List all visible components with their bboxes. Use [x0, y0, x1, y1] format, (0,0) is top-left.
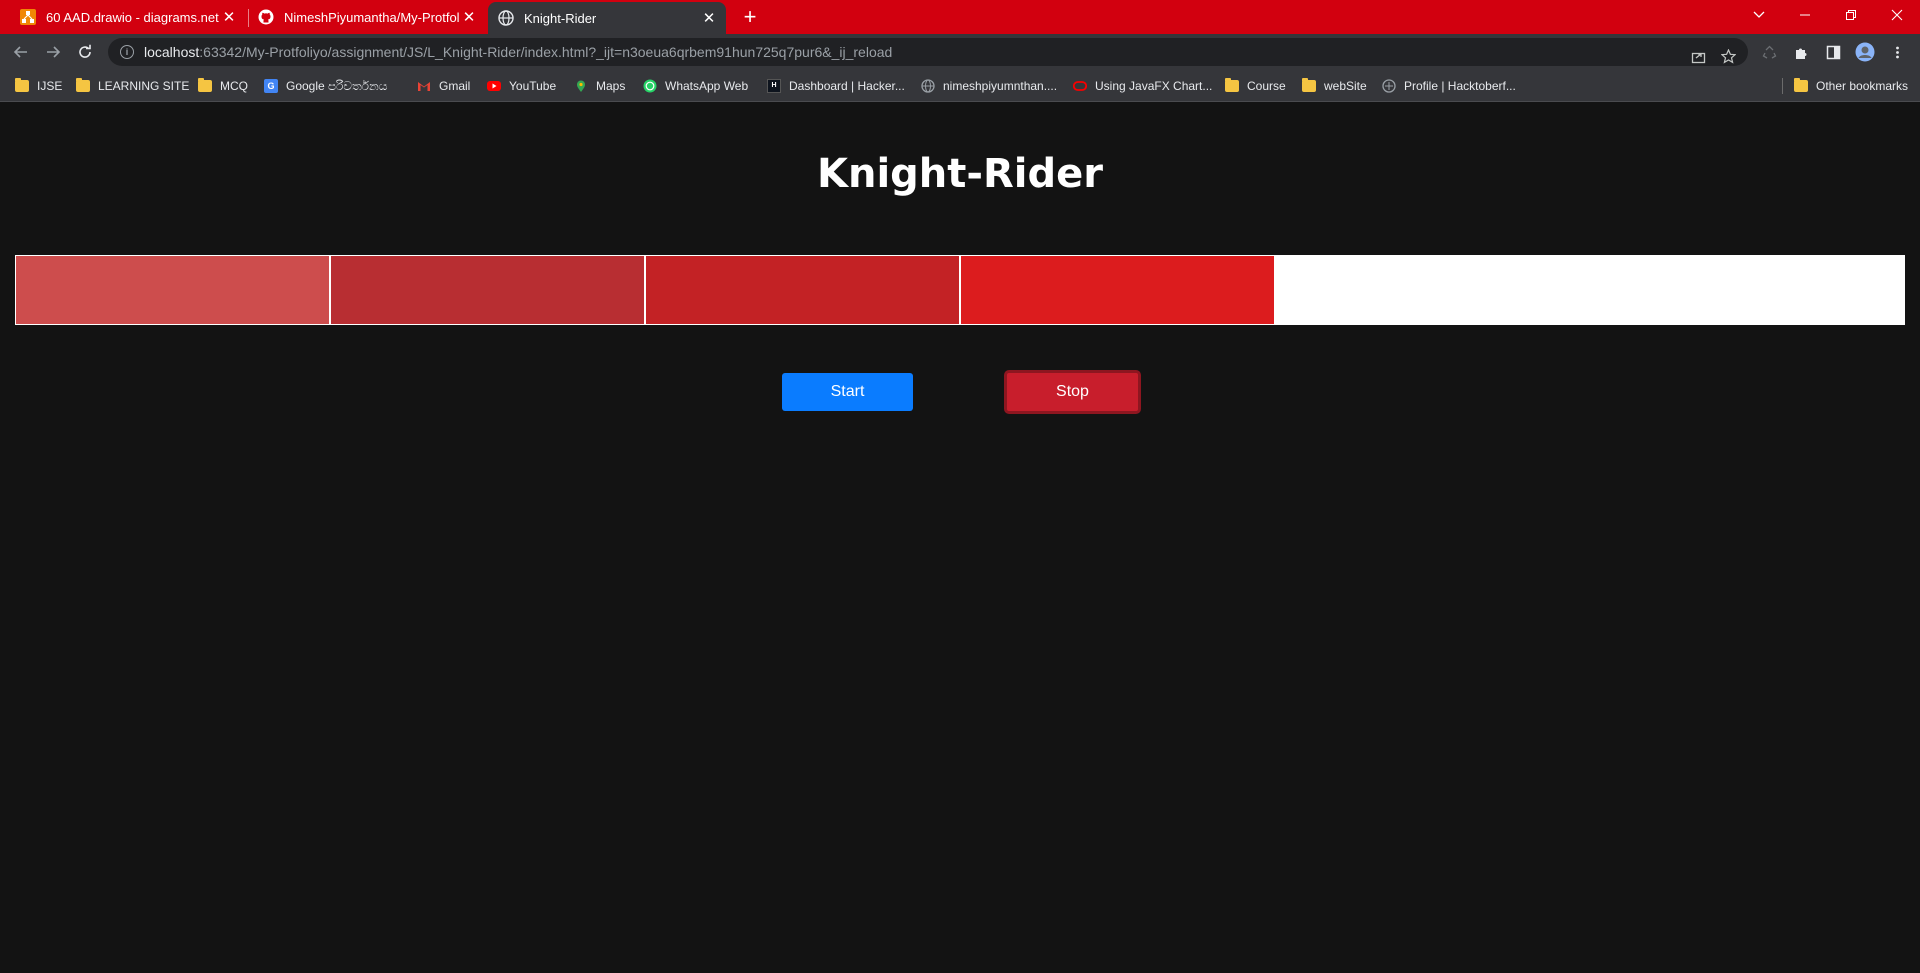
- bookmark-label: Using JavaFX Chart...: [1095, 79, 1213, 93]
- bookmark-maps[interactable]: Maps: [574, 70, 625, 102]
- github-icon: [258, 9, 274, 25]
- whatsapp-icon: [643, 79, 657, 93]
- bookmark-youtube[interactable]: YouTube: [487, 70, 556, 102]
- url-host: localhost: [144, 44, 200, 60]
- recycle-icon[interactable]: [1756, 39, 1782, 65]
- bookmark-mcq[interactable]: MCQ: [198, 70, 248, 102]
- bookmark-website[interactable]: webSite: [1302, 70, 1367, 102]
- knight-rider-lights: [15, 255, 1905, 325]
- light-3: [645, 255, 960, 325]
- browser-toolbar: i localhost:63342/My-Protfoliyo/assignme…: [0, 34, 1920, 70]
- folder-icon: [198, 78, 212, 92]
- light-2: [330, 255, 645, 325]
- other-bookmarks[interactable]: Other bookmarks: [1794, 70, 1908, 102]
- stop-button[interactable]: Stop: [1004, 370, 1141, 414]
- bookmark-hackerrank[interactable]: H Dashboard | Hacker...: [767, 70, 905, 102]
- gmail-icon: [417, 79, 431, 93]
- folder-icon: [1302, 78, 1316, 92]
- bookmark-label: Profile | Hacktoberf...: [1404, 79, 1516, 93]
- restore-button[interactable]: [1828, 0, 1874, 30]
- bookmark-learning-site[interactable]: LEARNING SITE: [76, 70, 189, 102]
- bookmark-star-icon[interactable]: [1715, 43, 1741, 69]
- bookmark-javafx[interactable]: Using JavaFX Chart...: [1072, 70, 1213, 102]
- tab-search-icon[interactable]: [1736, 0, 1782, 30]
- bookmark-label: Google පරිවර්තනය: [286, 78, 388, 93]
- close-icon[interactable]: ✕: [700, 9, 718, 27]
- maps-icon: [574, 79, 588, 93]
- folder-icon: [15, 78, 29, 92]
- bookmark-ijse[interactable]: IJSE: [15, 70, 62, 102]
- bookmark-label: LEARNING SITE: [98, 79, 190, 93]
- tab-github[interactable]: NimeshPiyumantha/My-Protfoliyo ✕: [250, 0, 486, 34]
- folder-icon: [76, 78, 90, 92]
- minimize-button[interactable]: [1782, 0, 1828, 30]
- oracle-icon: [1072, 79, 1088, 93]
- tab-title: NimeshPiyumantha/My-Protfoliyo: [284, 9, 460, 25]
- folder-icon: [1794, 78, 1808, 92]
- bookmark-hacktoberfest[interactable]: Profile | Hacktoberf...: [1382, 70, 1516, 102]
- bookmark-label: MCQ: [220, 79, 248, 93]
- close-icon[interactable]: ✕: [460, 8, 478, 26]
- avatar[interactable]: [1852, 39, 1878, 65]
- side-panel-icon[interactable]: [1820, 39, 1846, 65]
- tab-divider: [248, 9, 249, 27]
- bookmark-label: WhatsApp Web: [665, 79, 749, 93]
- info-icon[interactable]: i: [120, 45, 134, 59]
- light-4: [960, 255, 1275, 325]
- light-1: [15, 255, 330, 325]
- globe-icon: [921, 79, 935, 93]
- bookmark-label: Other bookmarks: [1816, 79, 1909, 93]
- extensions-icon[interactable]: [1788, 39, 1814, 65]
- bookmark-whatsapp[interactable]: WhatsApp Web: [643, 70, 748, 102]
- back-button[interactable]: [8, 39, 34, 65]
- page-content: Knight-Rider Start Stop: [0, 103, 1920, 973]
- bookmark-course[interactable]: Course: [1225, 70, 1286, 102]
- google-translate-icon: G: [264, 79, 278, 93]
- bookmarks-divider: [1782, 78, 1783, 94]
- address-bar[interactable]: i localhost:63342/My-Protfoliyo/assignme…: [108, 38, 1748, 66]
- new-tab-button[interactable]: +: [738, 4, 762, 29]
- bookmark-label: Course: [1247, 79, 1286, 93]
- url-path: :63342/My-Protfoliyo/assignment/JS/L_Kni…: [199, 44, 893, 60]
- tab-knight-rider[interactable]: Knight-Rider ✕: [488, 2, 726, 34]
- light-5: [1275, 255, 1590, 325]
- bookmark-label: nimeshpiyumnthan....: [943, 79, 1058, 93]
- bookmark-label: Gmail: [439, 79, 471, 93]
- hackerrank-icon: H: [767, 79, 781, 93]
- bookmark-nimesh[interactable]: nimeshpiyumnthan....: [921, 70, 1057, 102]
- bookmark-label: IJSE: [37, 79, 63, 93]
- drawio-icon: [20, 9, 36, 25]
- folder-icon: [1225, 78, 1239, 92]
- reload-button[interactable]: [72, 39, 98, 65]
- page-title: Knight-Rider: [816, 151, 1103, 197]
- forward-button[interactable]: [40, 39, 66, 65]
- menu-icon[interactable]: [1884, 39, 1910, 65]
- hacktoberfest-icon: [1382, 79, 1396, 93]
- bookmarks-bar: IJSE LEARNING SITE MCQ G Google පරිවර්තන…: [0, 70, 1920, 102]
- light-6: [1590, 255, 1905, 325]
- tab-strip: 60 AAD.drawio - diagrams.net ✕ NimeshPiy…: [0, 0, 1920, 34]
- globe-icon: [498, 10, 514, 26]
- bookmark-gmail[interactable]: Gmail: [417, 70, 470, 102]
- close-window-button[interactable]: [1874, 0, 1920, 30]
- close-icon[interactable]: ✕: [220, 8, 238, 26]
- bookmark-label: Maps: [596, 79, 626, 93]
- bookmark-label: YouTube: [509, 79, 557, 93]
- bookmark-google-translate[interactable]: G Google පරිවර්තනය: [264, 70, 387, 102]
- share-icon[interactable]: [1685, 43, 1711, 69]
- bookmark-label: webSite: [1324, 79, 1367, 93]
- tab-drawio[interactable]: 60 AAD.drawio - diagrams.net ✕: [0, 0, 246, 34]
- youtube-icon: [487, 79, 501, 93]
- tab-title: 60 AAD.drawio - diagrams.net: [46, 9, 219, 25]
- bookmark-label: Dashboard | Hacker...: [789, 79, 905, 93]
- tab-title: Knight-Rider: [524, 10, 597, 26]
- start-button[interactable]: Start: [782, 373, 913, 411]
